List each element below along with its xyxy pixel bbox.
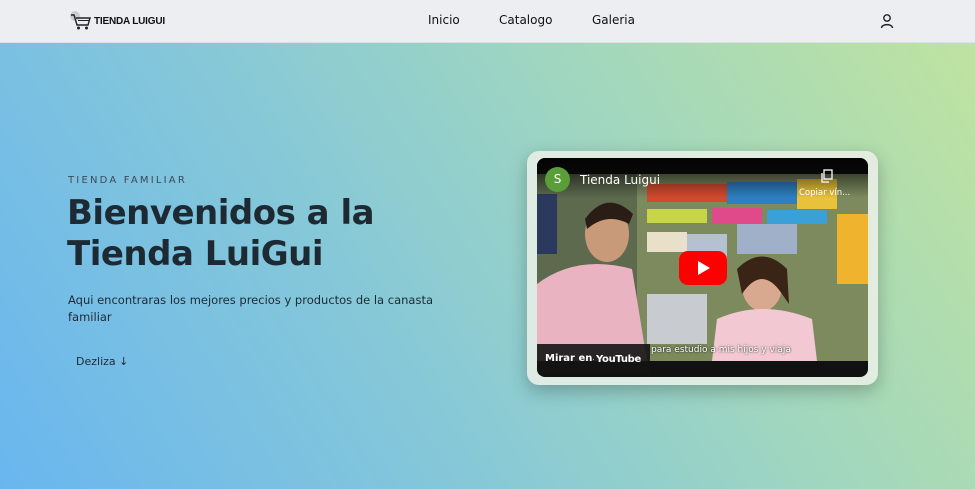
watch-on-youtube-button[interactable]: Mirar en YouTube bbox=[537, 344, 650, 375]
copy-link-label[interactable]: Copiar vín... bbox=[799, 188, 850, 198]
nav-link-galeria[interactable]: Galeria bbox=[592, 13, 635, 27]
cart-icon bbox=[69, 10, 93, 32]
copy-icon[interactable] bbox=[820, 168, 834, 183]
hero-section: TIENDA FAMILIAR Bienvenidos a la Tienda … bbox=[0, 43, 975, 489]
navbar: TIENDA LUIGUI Inicio Catalogo Galeria bbox=[0, 0, 975, 43]
play-icon[interactable] bbox=[679, 251, 727, 285]
nav-link-inicio[interactable]: Inicio bbox=[428, 13, 460, 27]
logo-text: TIENDA LUIGUI bbox=[94, 15, 165, 27]
hero-subtitle: Aqui encontraras los mejores precios y p… bbox=[68, 293, 434, 324]
nav-link-catalogo[interactable]: Catalogo bbox=[499, 13, 552, 27]
logo[interactable]: TIENDA LUIGUI bbox=[69, 10, 165, 32]
video-card: S Tienda Luigui Copiar vín... para estud… bbox=[527, 151, 878, 385]
channel-avatar[interactable]: S bbox=[545, 167, 570, 192]
youtube-wordmark: YouTube bbox=[596, 353, 641, 365]
youtube-icon: YouTube bbox=[593, 352, 641, 366]
user-icon[interactable] bbox=[879, 13, 895, 29]
hero-eyebrow: TIENDA FAMILIAR bbox=[68, 175, 187, 186]
hero-title-line1: Bienvenidos a la bbox=[67, 193, 375, 233]
hero-title: Bienvenidos a la Tienda LuiGui bbox=[67, 193, 447, 275]
channel-name[interactable]: Tienda Luigui bbox=[580, 173, 660, 187]
video-caption: para estudio a mis hijos y viaja bbox=[651, 345, 791, 355]
scroll-down-link[interactable]: Dezliza ↓ bbox=[76, 355, 128, 368]
hero-title-line2: Tienda LuiGui bbox=[67, 234, 324, 274]
youtube-video-embed[interactable]: S Tienda Luigui Copiar vín... para estud… bbox=[537, 158, 868, 377]
watch-label: Mirar en bbox=[545, 353, 593, 364]
